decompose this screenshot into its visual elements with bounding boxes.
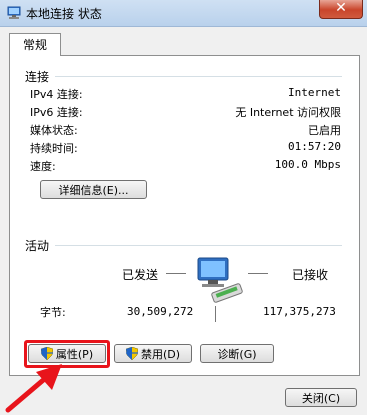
media-state-label: 媒体状态: — [30, 124, 78, 137]
activity-section-title: 活动 — [25, 239, 50, 253]
activity-divider — [55, 245, 342, 246]
sent-dash — [166, 273, 186, 274]
title-bar[interactable]: 本地连接 状态 ✕ — [0, 0, 367, 27]
window-title: 本地连接 状态 — [26, 7, 102, 21]
connection-divider — [55, 76, 342, 77]
disable-label: 禁用(D) — [140, 348, 181, 361]
bytes-label: 字节: — [40, 306, 66, 319]
tab-general[interactable]: 常规 — [9, 33, 61, 56]
media-state-value: 已启用 — [308, 124, 341, 137]
network-computers-icon — [197, 257, 243, 303]
received-label: 已接收 — [292, 268, 329, 282]
ipv6-label: IPv6 连接: — [30, 106, 83, 119]
close-button[interactable]: 关闭(C) — [285, 388, 357, 407]
bytes-sent-value: 30,509,272 — [127, 305, 194, 318]
ipv6-value: 无 Internet 访问权限 — [235, 106, 341, 119]
speed-label: 速度: — [30, 160, 56, 173]
window-close-button[interactable]: ✕ — [319, 0, 363, 19]
network-icon — [7, 6, 21, 19]
speed-value: 100.0 Mbps — [274, 158, 341, 171]
diagnose-button[interactable]: 诊断(G) — [200, 344, 274, 363]
duration-value: 01:57:20 — [288, 140, 341, 153]
ipv4-label: IPv4 连接: — [30, 88, 83, 101]
connection-status-window: 本地连接 状态 ✕ 常规 连接 IPv4 连接: Internet IPv6 连… — [0, 0, 367, 415]
details-button[interactable]: 详细信息(E)... — [40, 180, 147, 199]
disable-button[interactable]: 禁用(D) — [114, 344, 192, 363]
connection-section-title: 连接 — [25, 70, 50, 84]
ipv4-value: Internet — [288, 86, 341, 99]
red-arrow-annotation — [5, 364, 62, 413]
uac-shield-icon — [125, 347, 138, 360]
close-icon: ✕ — [335, 0, 347, 16]
sent-label: 已发送 — [122, 268, 159, 282]
activity-connector — [215, 306, 216, 322]
bytes-received-value: 117,375,273 — [263, 305, 336, 318]
received-dash — [248, 273, 268, 274]
duration-label: 持续时间: — [30, 142, 78, 155]
